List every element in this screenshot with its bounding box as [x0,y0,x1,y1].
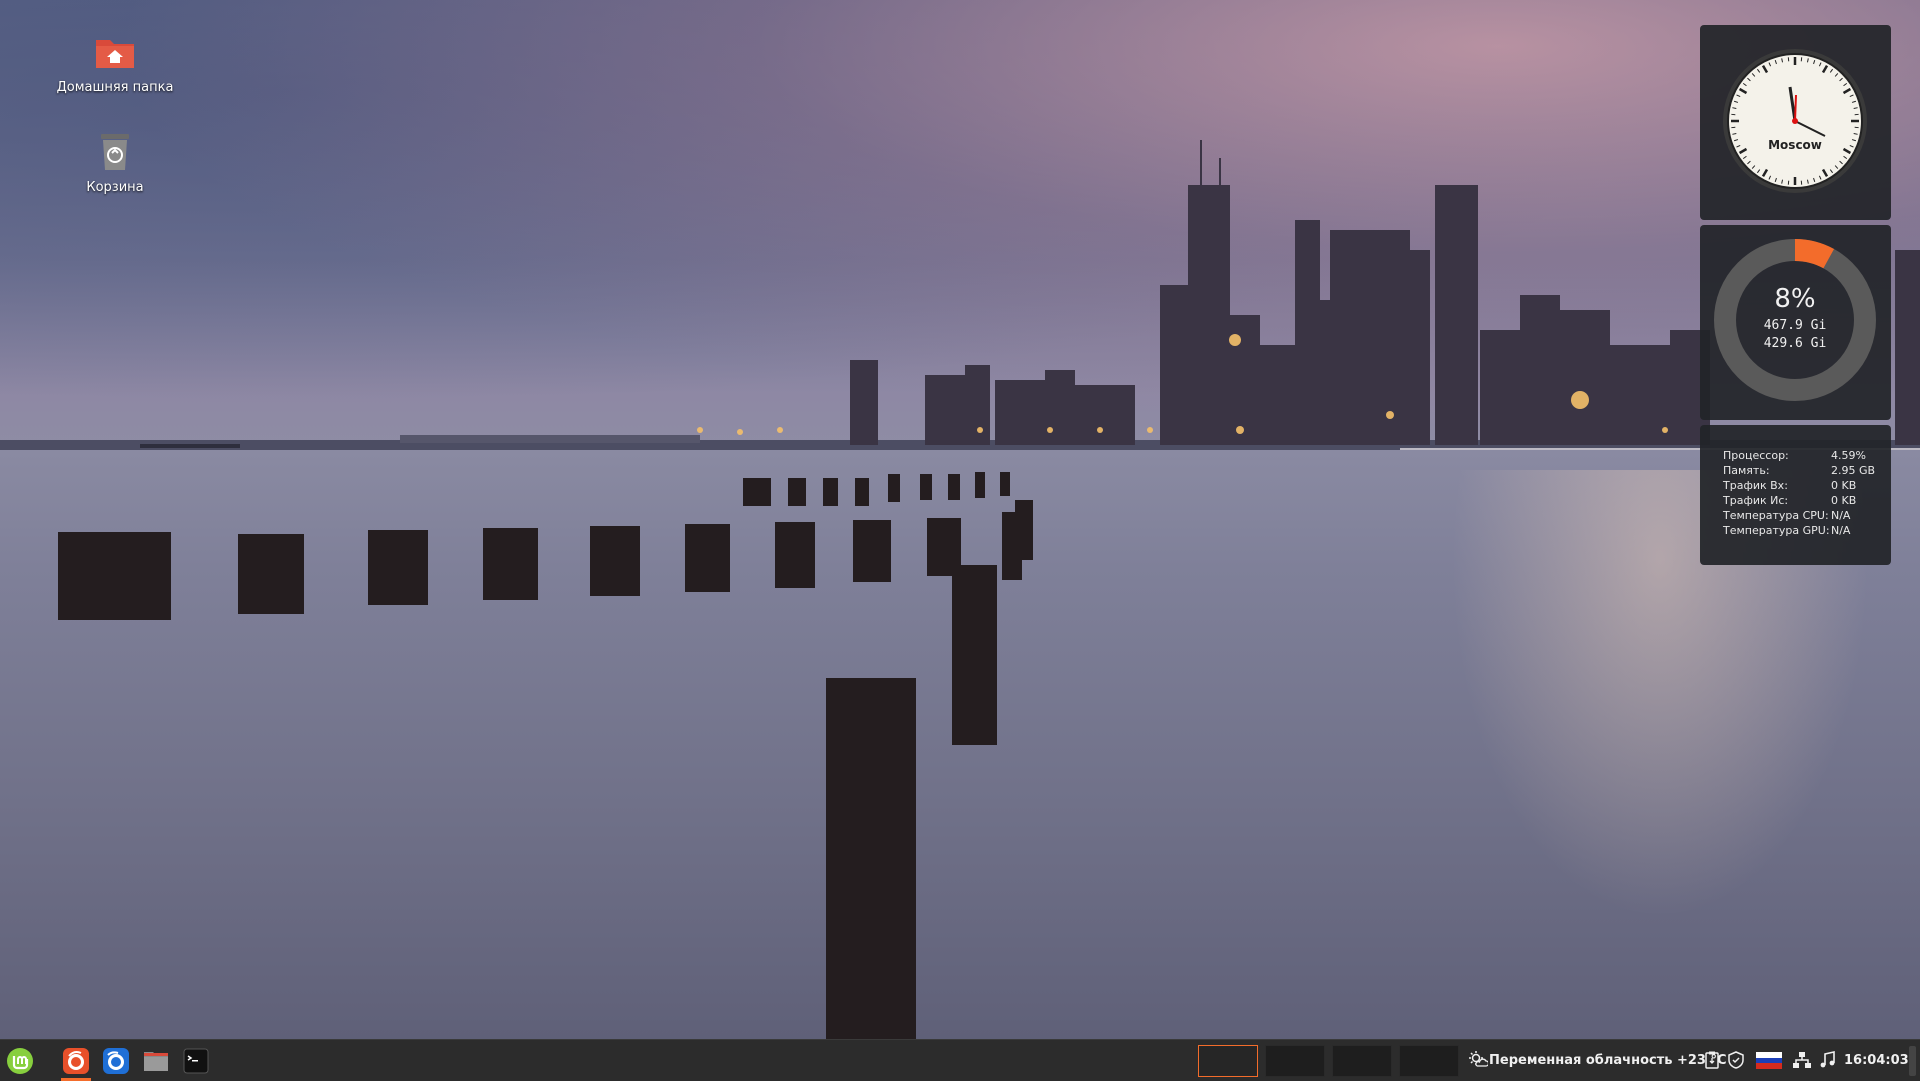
home-folder-icon [93,30,137,74]
taskbar-clock[interactable]: 16:04:03 [1844,1040,1909,1081]
taskbar-files-button[interactable] [136,1040,176,1081]
city-skyline [0,130,1920,470]
stat-label: Трафик Вх: [1723,479,1788,492]
stat-row-cpu-temp: Температура CPU: N/A [1723,509,1883,524]
russian-flag-icon[interactable] [1756,1052,1782,1069]
disk-free: 429.6 Gi [1764,336,1827,351]
stat-value: N/A [1831,524,1850,537]
music-icon[interactable] [1818,1050,1838,1070]
stat-label: Процессор: [1723,449,1789,462]
desktop-background: Домашняя папка Корзина [0,0,1920,1039]
system-stats-widget: Процессор: 4.59% Память: 2.95 GB Трафик … [1700,425,1891,565]
pier [400,435,700,443]
disk-ring: 8% 467.9 Gi 429.6 Gi [1700,225,1891,420]
stat-value: 4.59% [1831,449,1866,462]
stat-row-traffic-in: Трафик Вх: 0 KB [1723,479,1883,494]
stat-value: N/A [1831,509,1850,522]
trash-icon [93,130,137,174]
desktop-icon-home[interactable]: Домашняя папка [50,30,180,95]
taskbar-firefox-button[interactable] [56,1040,96,1081]
clock-city: Moscow [1768,138,1822,152]
second-hand [1795,95,1796,121]
stat-label: Трафик Ис: [1723,494,1788,507]
stat-value: 0 KB [1831,479,1856,492]
show-desktop-button[interactable] [1909,1046,1916,1076]
wooden-piles [0,450,1920,1039]
clock-widget: Moscow [1700,25,1891,220]
stat-label: Температура CPU: [1723,509,1829,522]
stat-label: Температура GPU: [1723,524,1830,537]
network-icon[interactable] [1792,1050,1812,1070]
disk-total: 467.9 Gi [1764,318,1827,333]
stat-value: 0 KB [1831,494,1856,507]
clipboard-icon[interactable] [1702,1050,1722,1070]
workspace-2[interactable] [1265,1045,1325,1077]
stat-row-memory: Память: 2.95 GB [1723,464,1883,479]
desktop-icon-label: Корзина [86,180,143,195]
desktop-icon-trash[interactable]: Корзина [50,130,180,195]
breakwater [140,444,240,448]
workspace-4[interactable] [1399,1045,1459,1077]
shield-icon[interactable] [1726,1050,1746,1070]
workspace-3[interactable] [1332,1045,1392,1077]
analog-clock: Moscow [1700,25,1891,220]
taskbar-thunderbird-button[interactable] [96,1040,136,1081]
taskbar-terminal-button[interactable] [176,1040,216,1081]
weather-text[interactable]: Переменная облачность +23 °C [1489,1040,1727,1081]
stat-label: Память: [1723,464,1770,477]
menu-button[interactable] [0,1040,40,1081]
thunderbird-icon [102,1047,130,1075]
workspace-1[interactable] [1198,1045,1258,1077]
disk-percent: 8% [1774,284,1815,314]
disk-usage-widget: 8% 467.9 Gi 429.6 Gi [1700,225,1891,420]
folder-icon [142,1047,170,1075]
linux-mint-icon [6,1047,34,1075]
stat-value: 2.95 GB [1831,464,1875,477]
desktop-icon-label: Домашняя папка [57,80,174,95]
stat-row-traffic-out: Трафик Ис: 0 KB [1723,494,1883,509]
terminal-icon [182,1047,210,1075]
firefox-icon [62,1047,90,1075]
weather-icon[interactable] [1468,1050,1488,1070]
stat-row-cpu: Процессор: 4.59% [1723,449,1883,464]
taskbar: Переменная облачность +23 °C 16:04:03 [0,1039,1920,1081]
stat-row-gpu-temp: Температура GPU: N/A [1723,524,1883,539]
